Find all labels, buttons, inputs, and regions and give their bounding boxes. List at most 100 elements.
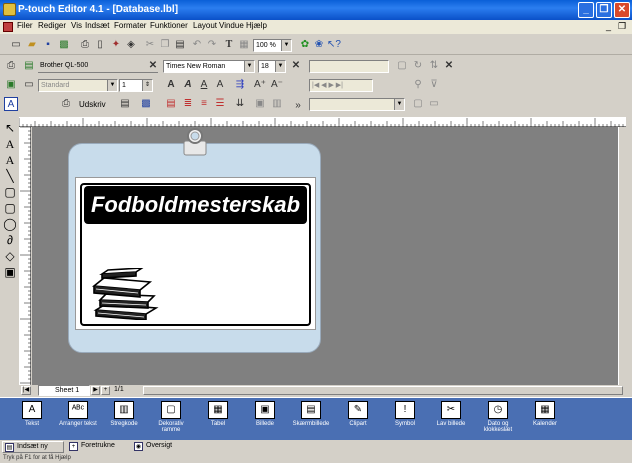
zoom-icon[interactable]: ⚲ <box>411 78 425 92</box>
menu-formater[interactable]: Formater <box>114 21 146 30</box>
close-property-icon[interactable]: ✕ <box>146 59 160 73</box>
menu-rediger[interactable]: Rediger <box>38 21 66 30</box>
undo-icon[interactable]: ↶ <box>190 38 204 52</box>
print-settings-icon[interactable]: ✦ <box>109 38 123 52</box>
label-title[interactable]: Fodboldmesterskab <box>84 186 307 224</box>
sheet-add-icon[interactable]: + <box>101 386 110 395</box>
tape-settings-icon[interactable]: ▣ <box>4 78 18 92</box>
ellipse-icon[interactable]: ◯ <box>3 217 17 231</box>
polygon-icon[interactable]: ◇ <box>3 249 17 263</box>
print-preview-small-icon[interactable]: ▩ <box>139 97 153 111</box>
cut-icon[interactable]: ✂ <box>143 38 157 52</box>
sheet-next-icon[interactable]: ▶ <box>91 386 100 395</box>
send-icon[interactable]: ◈ <box>124 38 138 52</box>
menu-hjaelp[interactable]: Hjælp <box>246 21 267 30</box>
tab-overview[interactable]: ◉ Oversigt <box>132 441 194 453</box>
new-icon[interactable]: ▭ <box>9 38 23 52</box>
database-view-icon[interactable]: ▢ <box>411 97 425 111</box>
palette-item-dato[interactable]: ◷ Dato og klokkeslæt <box>476 401 520 433</box>
vertical-text-insert-icon[interactable]: A <box>3 153 17 167</box>
horizontal-scrollbar[interactable] <box>143 386 623 395</box>
palette-item-symbol[interactable]: ! Symbol <box>383 401 427 427</box>
paste-icon[interactable]: ▤ <box>173 38 187 52</box>
spacing-icon[interactable]: ▥ <box>270 97 284 111</box>
help-pointer-icon[interactable]: ↖? <box>327 38 341 52</box>
printer-icon[interactable]: ⎙ <box>4 59 18 73</box>
copy-icon[interactable]: ❐ <box>158 38 172 52</box>
align-left-icon[interactable]: ▤ <box>164 97 178 111</box>
text-frame-icon[interactable]: ▣ <box>253 97 267 111</box>
menu-vis[interactable]: Vis <box>71 21 82 30</box>
add-on-icon[interactable]: ✿ <box>298 38 312 52</box>
doc-minimize-icon[interactable]: _ <box>606 21 611 31</box>
open-icon[interactable]: ▰ <box>25 38 39 52</box>
layout-select[interactable]: Standard ▼ <box>38 79 118 92</box>
print-options-icon[interactable]: ▤ <box>118 97 132 111</box>
save-icon[interactable]: ▪ <box>41 38 55 52</box>
label-tape-icon[interactable]: ▤ <box>22 59 36 73</box>
tab-favorites[interactable]: + Foretrukne <box>67 441 129 453</box>
books-clipart-icon[interactable] <box>90 268 160 320</box>
database-edit-icon[interactable]: ▭ <box>427 97 441 111</box>
rounded-rectangle-icon[interactable]: ▢ <box>3 201 17 215</box>
print-preview-icon[interactable]: ▯ <box>93 38 107 52</box>
font-size-select[interactable]: 18 ▼ <box>258 60 286 73</box>
menu-indsaet[interactable]: Indsæt <box>85 21 109 30</box>
palette-item-stregkode[interactable]: ▥ Stregkode <box>102 401 146 427</box>
align-center-icon[interactable]: ≣ <box>181 97 195 111</box>
copies-stepper[interactable]: 1 ⇕ <box>119 79 153 92</box>
document-icon[interactable] <box>3 22 13 32</box>
frame-icon[interactable]: ▢ <box>395 59 409 73</box>
align-right-icon[interactable]: ≡ <box>197 97 211 111</box>
close-button[interactable]: ✕ <box>614 2 630 18</box>
palette-item-clipart[interactable]: ✎ Clipart <box>336 401 380 427</box>
filter-icon[interactable]: ⊽ <box>427 78 441 92</box>
print-label[interactable]: Udskriv <box>79 100 106 109</box>
menu-vindue[interactable]: Vindue <box>219 21 244 30</box>
font-shrink-icon[interactable]: A⁻ <box>270 78 284 92</box>
sheet-tab[interactable]: Sheet 1 <box>38 385 90 396</box>
text-mode-icon[interactable]: A <box>4 97 18 111</box>
justify-icon[interactable]: ☰ <box>213 97 227 111</box>
database-field-select[interactable]: ▼ <box>309 98 405 111</box>
rotate-icon[interactable]: ↻ <box>411 59 425 73</box>
sheet-first-icon[interactable]: |◀ <box>21 386 31 395</box>
palette-item-skaermbillede[interactable]: ▤ Skærmbillede <box>289 401 333 427</box>
palette-item-billede[interactable]: ▣ Billede <box>243 401 287 427</box>
select-arrow-icon[interactable]: ↖ <box>3 121 17 135</box>
vertical-text-icon[interactable]: ⇊ <box>233 97 247 111</box>
restore-button[interactable]: ❐ <box>596 2 612 18</box>
database-icon[interactable]: ▩ <box>57 38 71 52</box>
menu-filer[interactable]: Filer <box>17 21 33 30</box>
italic-a-icon[interactable]: A <box>181 78 195 92</box>
palette-item-tabel[interactable]: ▦ Tabel <box>196 401 240 427</box>
redo-icon[interactable]: ↷ <box>205 38 219 52</box>
palette-item-lav-billede[interactable]: ✂ Lav billede <box>429 401 473 427</box>
underline-a-icon[interactable]: A <box>197 78 211 92</box>
label-size-icon[interactable]: ▭ <box>22 78 36 92</box>
text-tool-icon[interactable]: T <box>222 38 236 52</box>
palette-item-ramme[interactable]: ▢ Dekorativ ramme <box>149 401 193 433</box>
flip-icon[interactable]: ⇅ <box>427 59 441 73</box>
close-font-icon[interactable]: ✕ <box>289 59 303 73</box>
print-small-icon[interactable]: ⎙ <box>59 97 73 111</box>
online-icon[interactable]: ❀ <box>312 38 326 52</box>
doc-restore-icon[interactable]: ❐ <box>618 21 626 32</box>
tab-insert[interactable]: ▤ Indsæt ny <box>2 441 64 453</box>
outline-a-icon[interactable]: A <box>213 78 227 92</box>
close-layout-icon[interactable]: ✕ <box>442 59 456 73</box>
text-insert-icon[interactable]: A <box>3 137 17 151</box>
palette-item-arranger[interactable]: ᴬᴮᶜ Arranger tekst <box>56 401 100 427</box>
minimize-button[interactable]: _ <box>578 2 594 18</box>
text-effect-icon[interactable]: ⇶ <box>233 78 247 92</box>
zoom-select[interactable]: 100 % ▼ <box>253 39 292 52</box>
font-grow-icon[interactable]: A⁺ <box>253 78 267 92</box>
palette-item-tekst[interactable]: A Tekst <box>10 401 54 427</box>
menu-layout[interactable]: Layout <box>193 21 217 30</box>
font-select[interactable]: Times New Roman ▼ <box>163 60 255 73</box>
vertical-scrollbar[interactable] <box>618 127 626 385</box>
print-icon[interactable]: ⎙ <box>78 38 92 52</box>
bold-a-icon[interactable]: A <box>164 78 178 92</box>
rectangle-icon[interactable]: ▢ <box>3 185 17 199</box>
line-icon[interactable]: ╲ <box>3 169 17 183</box>
